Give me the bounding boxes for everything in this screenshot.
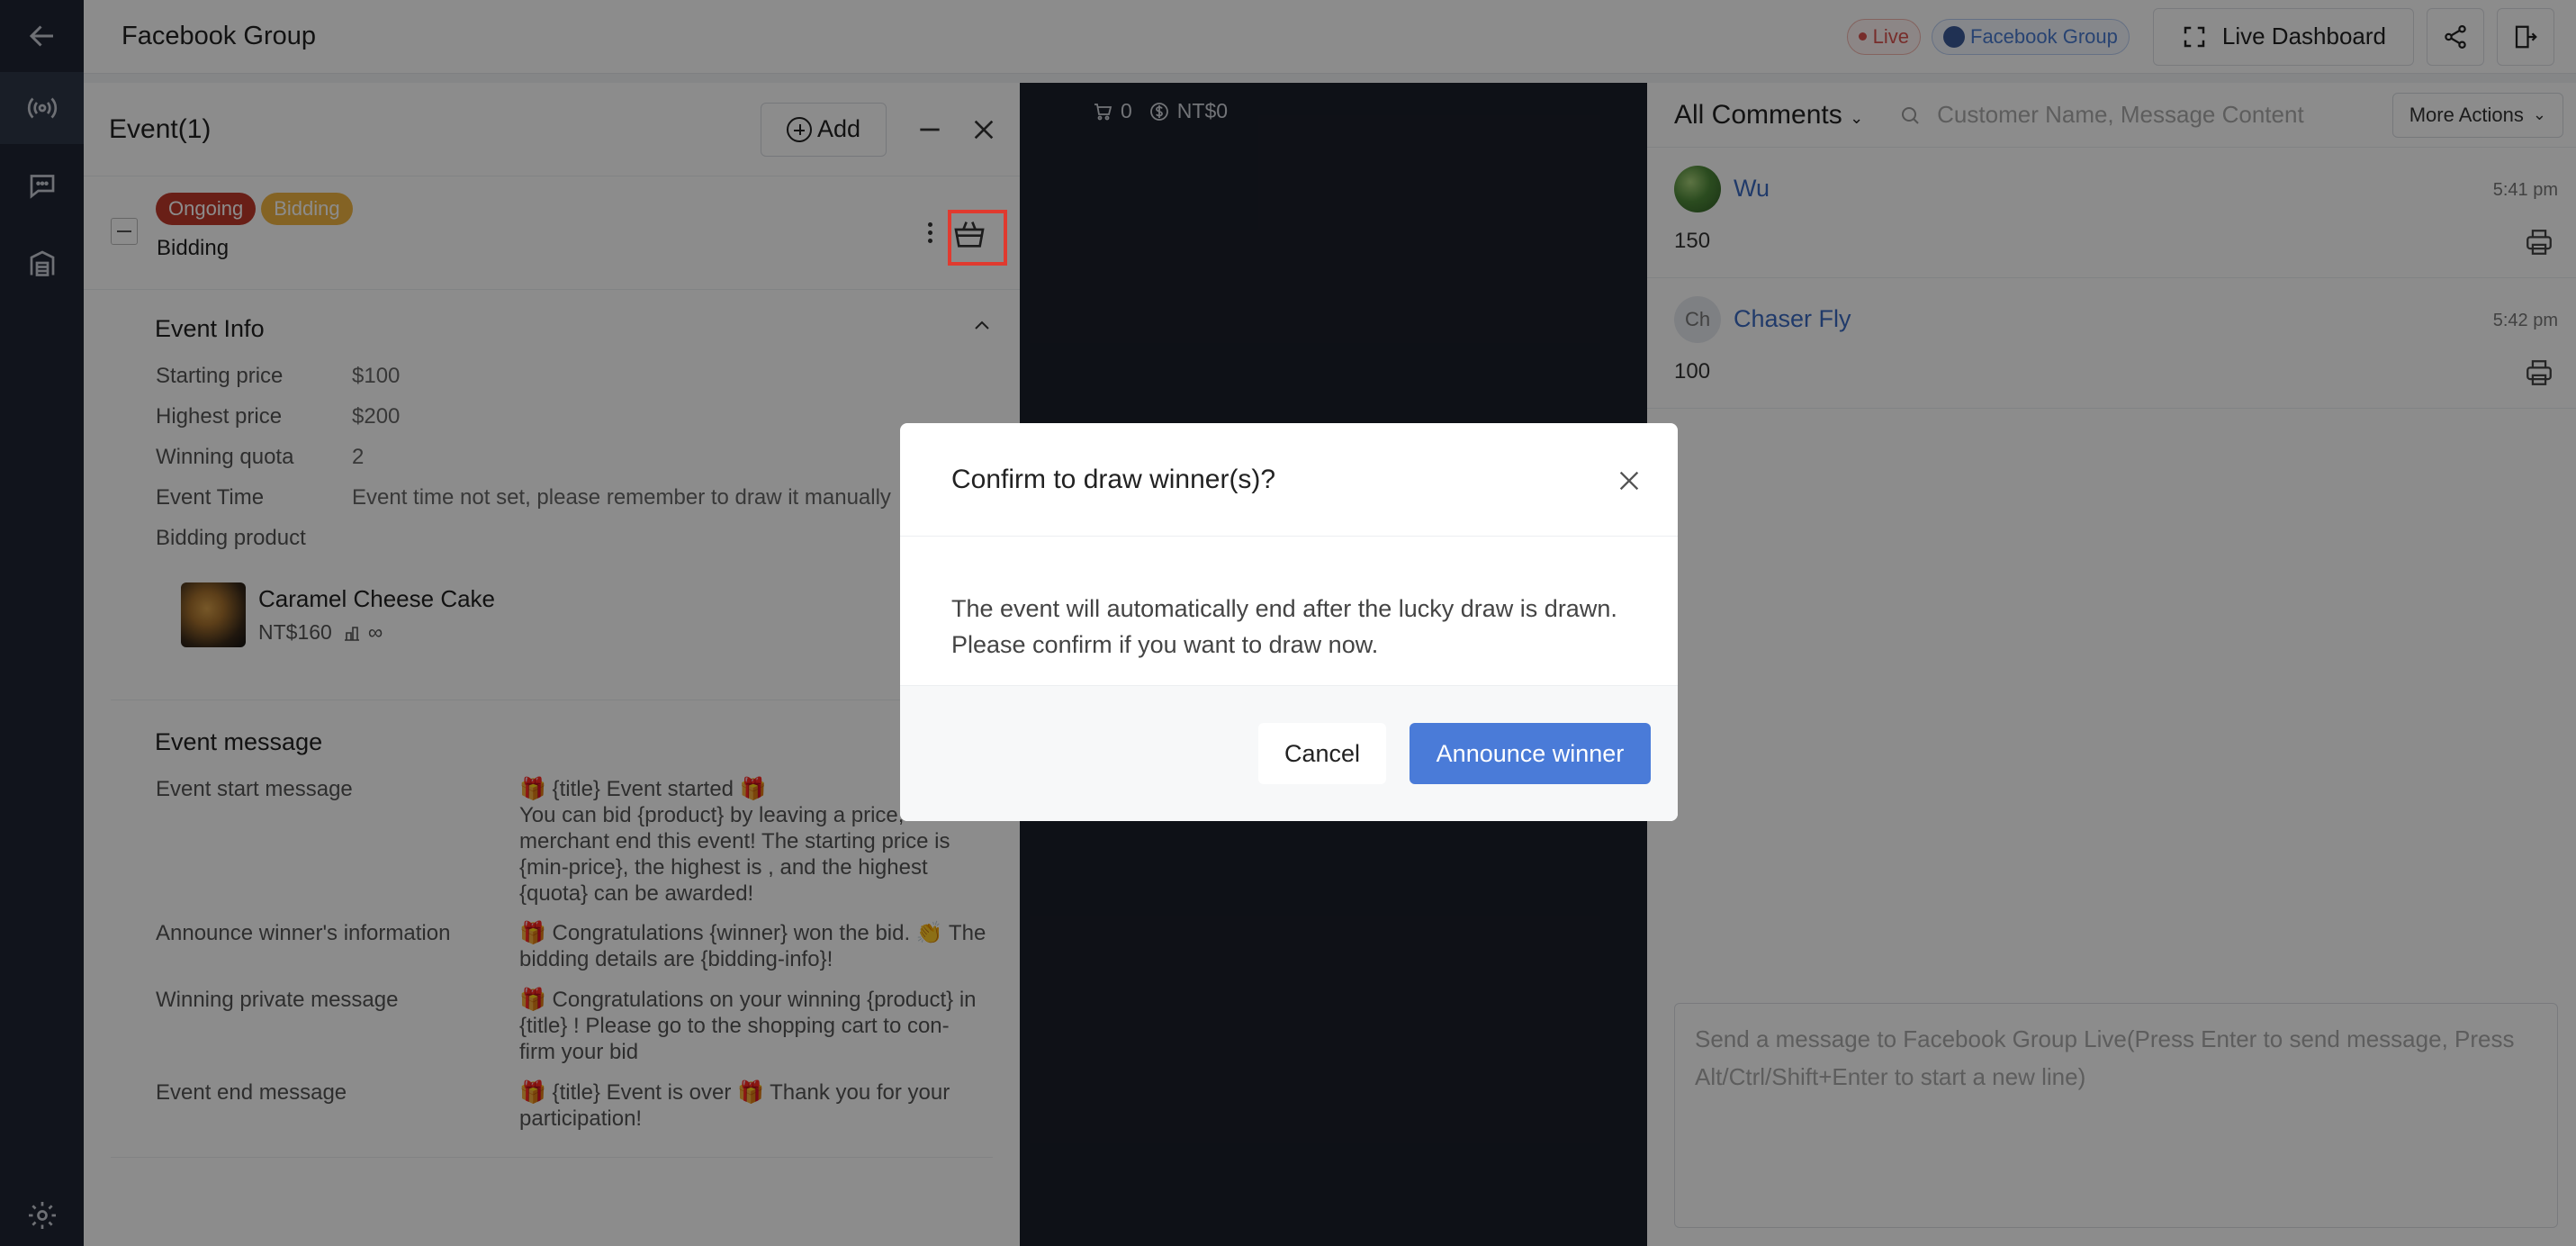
dialog-footer: Cancel Announce winner xyxy=(900,686,1678,821)
dialog-body-line: Please confirm if you want to draw now. xyxy=(951,631,1379,658)
confirm-draw-dialog: Confirm to draw winner(s)? The event wil… xyxy=(900,423,1678,821)
dialog-title: Confirm to draw winner(s)? xyxy=(951,464,1276,494)
dialog-body-line: The event will automatically end after t… xyxy=(951,595,1617,622)
dialog-body: The event will automatically end after t… xyxy=(900,537,1678,686)
close-icon[interactable] xyxy=(1615,466,1644,495)
dialog-header: Confirm to draw winner(s)? xyxy=(900,423,1678,537)
draw-winner-highlight xyxy=(948,210,1007,266)
announce-winner-button[interactable]: Announce winner xyxy=(1410,723,1651,784)
cancel-button[interactable]: Cancel xyxy=(1258,723,1386,784)
